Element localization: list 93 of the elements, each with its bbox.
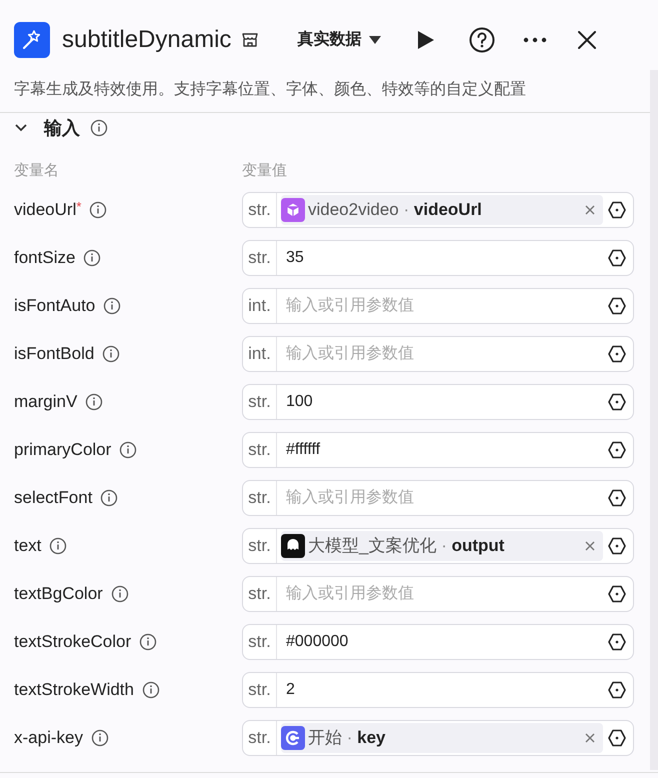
value-field[interactable]: str. #000000: [242, 624, 634, 660]
type-label: str.: [243, 577, 277, 611]
value-input[interactable]: #ffffff: [286, 438, 607, 462]
reference-text: 开始 · key: [308, 727, 386, 750]
magic-wand-icon: [14, 22, 50, 58]
variable-icon[interactable]: [607, 248, 627, 268]
data-mode-dropdown[interactable]: 真实数据: [297, 28, 382, 52]
param-name: x-api-key: [14, 727, 83, 750]
variable-icon[interactable]: [607, 344, 627, 364]
type-label: str.: [243, 625, 277, 659]
variable-icon[interactable]: [607, 296, 627, 316]
reference-tag[interactable]: 开始 · key: [281, 723, 603, 753]
close-icon[interactable]: [578, 31, 596, 49]
reference-text: 大模型_文案优化 · output: [308, 535, 504, 558]
variable-icon[interactable]: [607, 440, 627, 460]
reference-tag[interactable]: 大模型_文案优化 · output: [281, 531, 603, 561]
clear-icon[interactable]: [585, 541, 595, 551]
param-name: textBgColor: [14, 583, 103, 606]
info-icon: [90, 119, 108, 137]
variable-icon[interactable]: [607, 536, 627, 556]
type-label: str.: [243, 433, 277, 467]
variable-icon[interactable]: [607, 632, 627, 652]
info-icon: [142, 681, 160, 699]
info-icon: [103, 297, 122, 315]
info-icon: [100, 489, 118, 507]
value-input[interactable]: 35: [286, 246, 607, 270]
param-name: text: [14, 535, 42, 558]
type-label: int.: [243, 337, 277, 371]
run-icon[interactable]: [417, 30, 436, 50]
clear-icon[interactable]: [585, 733, 595, 743]
reference-tag[interactable]: video2video · videoUrl: [281, 195, 603, 225]
info-icon: [83, 249, 102, 267]
value-field[interactable]: str. 输入或引用参数值: [242, 480, 634, 516]
value-field[interactable]: str. 输入或引用参数值: [242, 576, 634, 612]
value-input[interactable]: 输入或引用参数值: [286, 342, 607, 366]
info-icon: [110, 585, 129, 603]
value-field[interactable]: str. 35: [242, 240, 634, 276]
value-field[interactable]: int. 输入或引用参数值: [242, 336, 634, 372]
more-icon[interactable]: [523, 37, 548, 43]
value-input[interactable]: #000000: [286, 630, 607, 654]
value-field[interactable]: str. 2: [242, 672, 634, 708]
value-input[interactable]: 输入或引用参数值: [286, 294, 607, 318]
collapse-chevron-icon[interactable]: [14, 123, 28, 133]
param-name: isFontBold: [14, 343, 94, 366]
param-name: marginV: [14, 391, 78, 414]
info-icon: [102, 345, 120, 363]
help-icon[interactable]: [469, 27, 496, 53]
info-icon: [90, 729, 109, 747]
info-icon: [119, 441, 138, 459]
variable-icon[interactable]: [607, 680, 627, 700]
value-input[interactable]: 100: [286, 390, 607, 414]
info-icon: [139, 633, 158, 651]
info-icon: [85, 393, 104, 411]
info-icon: [89, 201, 108, 219]
type-label: str.: [243, 481, 277, 515]
node-description: 字幕生成及特效使用。支持字幕位置、字体、颜色、特效等的自定义配置: [13, 80, 527, 100]
caret-icon: [369, 35, 382, 45]
value-field[interactable]: int. 输入或引用参数值: [242, 288, 634, 324]
variable-icon[interactable]: [607, 488, 627, 508]
param-name: isFontAuto: [14, 295, 96, 318]
param-name: videoUrl*: [14, 198, 82, 222]
type-label: str.: [243, 673, 277, 707]
variable-icon[interactable]: [607, 728, 627, 748]
param-name: fontSize: [14, 247, 76, 270]
type-label: str.: [243, 385, 277, 419]
variable-icon[interactable]: [607, 584, 627, 604]
param-name: textStrokeWidth: [14, 679, 134, 702]
value-input[interactable]: 输入或引用参数值: [286, 582, 607, 606]
info-icon: [49, 537, 68, 555]
value-field[interactable]: str. 大模型_文案优化 · output: [242, 528, 634, 564]
reference-text: video2video · videoUrl: [308, 199, 482, 222]
column-header: 变量名: [14, 160, 60, 181]
value-field[interactable]: str. 100: [242, 384, 634, 420]
variable-icon[interactable]: [607, 392, 627, 412]
type-label: str.: [243, 721, 277, 755]
param-name: primaryColor: [14, 439, 112, 462]
section-title: 输入: [44, 116, 80, 140]
value-field[interactable]: str. 开始 · key: [242, 720, 634, 756]
type-label: str.: [243, 241, 277, 275]
store-icon[interactable]: [241, 31, 260, 49]
node-title: subtitleDynamic: [62, 25, 232, 55]
type-label: str.: [243, 193, 277, 227]
param-name: textStrokeColor: [14, 631, 132, 654]
variable-icon[interactable]: [607, 200, 627, 220]
column-header: 变量值: [242, 160, 287, 181]
type-label: str.: [243, 529, 277, 563]
clear-icon[interactable]: [585, 205, 595, 215]
type-label: int.: [243, 289, 277, 323]
value-input[interactable]: 输入或引用参数值: [286, 486, 607, 510]
value-field[interactable]: str. #ffffff: [242, 432, 634, 468]
param-name: selectFont: [14, 487, 92, 510]
value-input[interactable]: 2: [286, 678, 607, 702]
value-field[interactable]: str. video2video · videoUrl: [242, 192, 634, 228]
